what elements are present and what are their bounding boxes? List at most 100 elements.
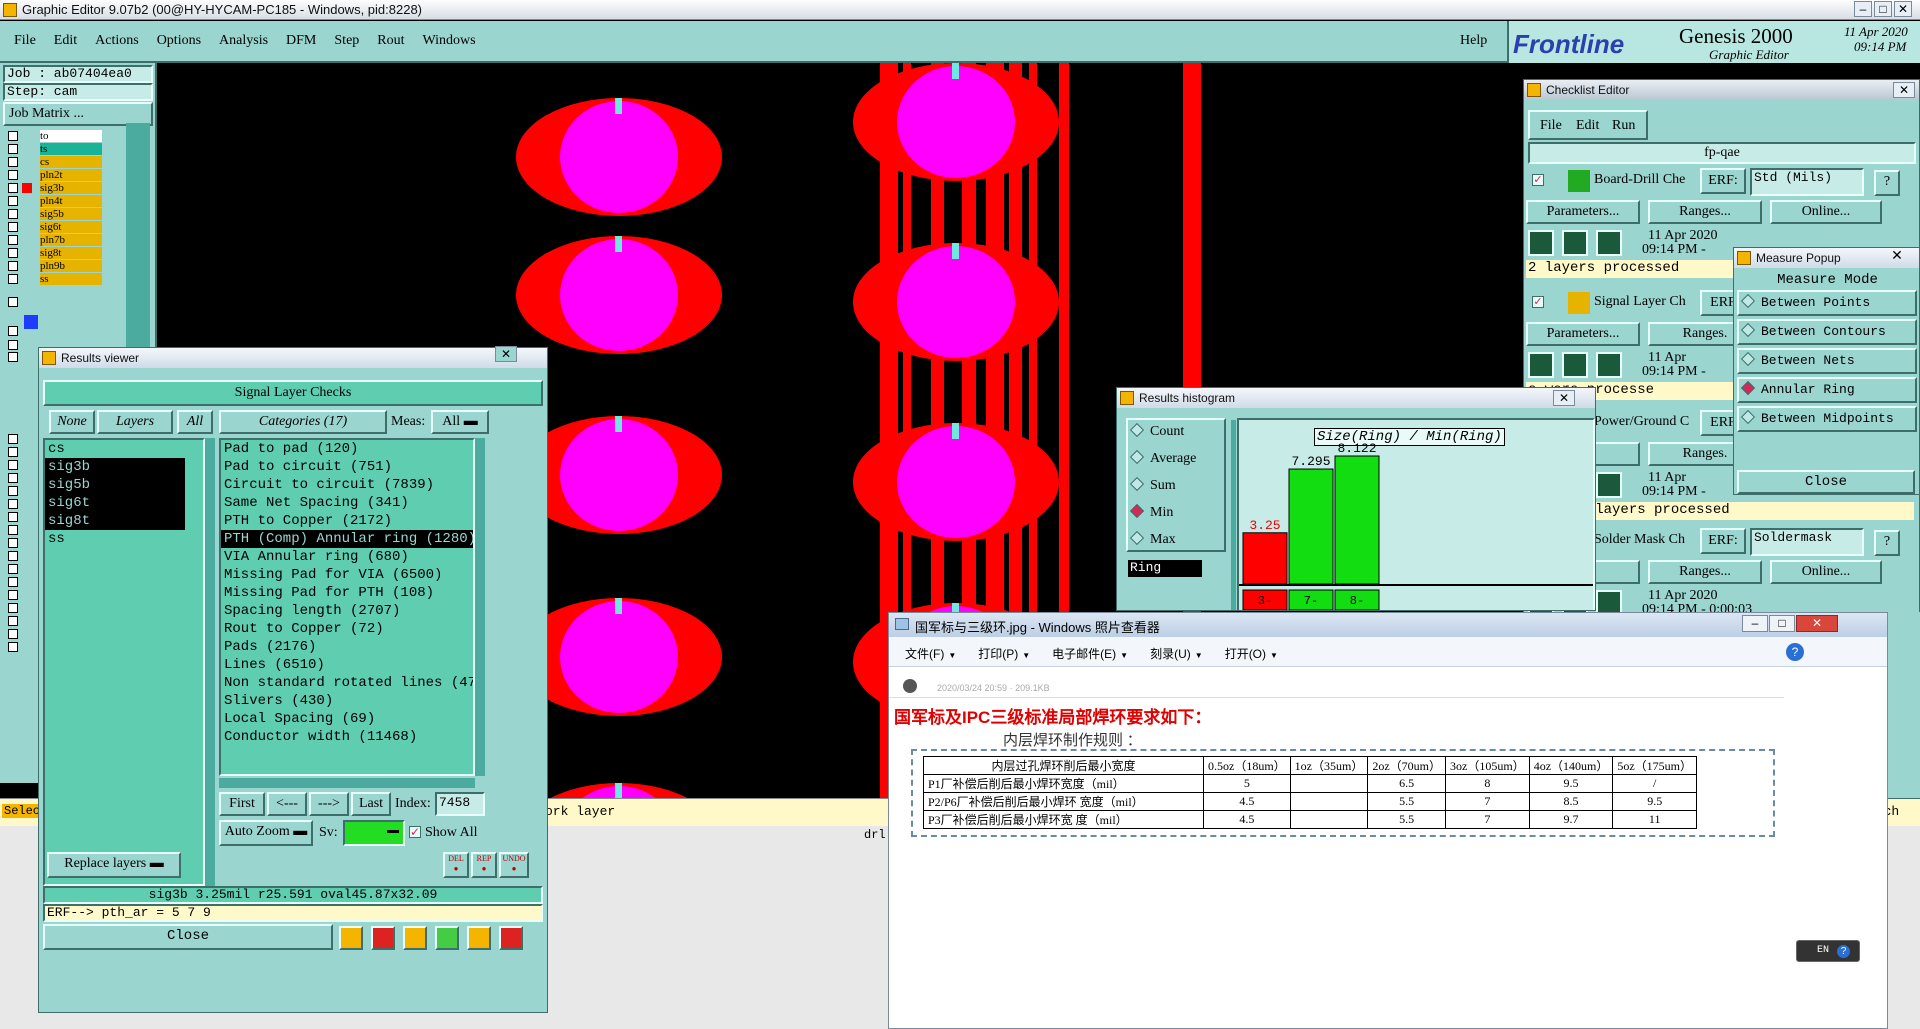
photo-menu-item[interactable]: 打开(O) ▼ [1225,647,1278,661]
category-item[interactable]: Slivers (430) [221,692,473,710]
filter-none-button[interactable]: None [49,410,95,434]
layer-checkbox[interactable] [8,642,18,652]
histogram-bar[interactable] [1334,455,1380,585]
layer-checkbox[interactable] [8,326,18,336]
run-icon[interactable] [1528,352,1554,378]
measure-close-icon[interactable]: ✕ [1886,247,1908,263]
category-item[interactable]: Rout to Copper (72) [221,620,473,638]
delete-icon[interactable] [371,926,395,950]
layer-checkbox[interactable] [8,629,18,639]
category-hscroll[interactable] [219,778,475,788]
rv-layer-scrollbar[interactable] [205,438,215,886]
minimize-button[interactable]: – [1854,1,1872,17]
layer-checkbox[interactable] [8,434,18,444]
menu-file[interactable]: File [14,33,36,48]
layer-ts[interactable]: ts [40,143,102,155]
menu-analysis[interactable]: Analysis [219,33,268,48]
help-icon[interactable]: ? [1786,643,1804,661]
category-item[interactable]: Spacing length (2707) [221,602,473,620]
erf-value-field[interactable]: Std (Mils) [1750,168,1864,196]
run-icon[interactable] [1562,230,1588,256]
layer-checkbox[interactable] [8,538,18,548]
layer-checkbox[interactable] [8,248,18,258]
measure-mode-between-midpoints[interactable]: Between Midpoints [1737,406,1917,432]
layer-checkbox[interactable] [8,590,18,600]
photo-menu-item[interactable]: 刻录(U) ▼ [1150,647,1203,661]
checklist-close-icon[interactable]: ✕ [1893,82,1915,98]
rv-layer-item[interactable]: cs [45,440,185,458]
checklist-menu-file[interactable]: File [1540,118,1562,134]
category-item[interactable]: PTH (Comp) Annular ring (1280) [221,530,473,548]
category-item[interactable]: Pads (2176) [221,638,473,656]
menu-actions[interactable]: Actions [95,33,139,48]
category-item[interactable]: Pad to circuit (751) [221,458,473,476]
layer-to[interactable]: to [40,130,102,142]
check-enabled-checkbox[interactable]: ✓ [1532,174,1544,186]
ime-help-icon[interactable]: ? [1837,945,1850,958]
erf-value-field[interactable]: Soldermask [1750,528,1864,556]
maximize-button[interactable]: □ [1874,1,1892,17]
ranges-button[interactable]: Ranges... [1648,560,1762,584]
menu-options[interactable]: Options [157,33,201,48]
check-help-button[interactable]: ? [1874,530,1900,556]
show-all-checkbox[interactable]: ✓ [409,826,421,838]
layer-checkbox[interactable] [8,460,18,470]
layer-checkbox[interactable] [8,170,18,180]
category-item[interactable]: Missing Pad for VIA (6500) [221,566,473,584]
layer-checkbox[interactable] [8,209,18,219]
category-item[interactable]: Conductor width (11468) [221,728,473,746]
replace-layers-select[interactable]: Replace layers ▬ [47,852,181,878]
rv-layer-item[interactable]: sig5b [45,476,185,494]
layer-checkbox[interactable] [8,473,18,483]
results-viewer-close-icon[interactable]: ✕ [495,346,517,362]
histogram-close-icon[interactable]: ✕ [1553,390,1575,406]
category-item[interactable]: Circuit to circuit (7839) [221,476,473,494]
category-item[interactable]: Lines (6510) [221,656,473,674]
layer-checkbox[interactable] [8,144,18,154]
meas-select[interactable]: All ▬ [431,410,489,434]
histogram-bar[interactable] [1242,532,1288,585]
report-icon[interactable] [435,926,459,950]
layer-checkbox[interactable] [8,222,18,232]
measure-mode-between-points[interactable]: Between Points [1737,290,1917,316]
checklist-menu-run[interactable]: Run [1612,118,1635,134]
layer-checkbox[interactable] [8,577,18,587]
category-item[interactable]: Pad to pad (120) [221,440,473,458]
list-icon[interactable] [467,926,491,950]
layer-sig5b[interactable]: sig5b [40,208,102,220]
hist-option-count[interactable]: Count [1129,422,1184,440]
layer-pln4t[interactable]: pln4t [40,195,102,207]
histogram-icon[interactable] [499,926,523,950]
check-enabled-checkbox[interactable]: ✓ [1532,296,1544,308]
last-button[interactable]: Last [351,792,391,816]
parameters-button[interactable]: Parameters... [1526,322,1640,346]
layer-checkbox[interactable] [8,616,18,626]
check-name[interactable]: Solder Mask Ch [1594,532,1685,548]
check-name[interactable]: Power/Ground C [1594,414,1689,430]
rep-button[interactable]: REP ● [471,852,497,878]
index-input[interactable]: 7458 [435,792,485,816]
hist-option-average[interactable]: Average [1129,449,1196,467]
undo-button[interactable]: UNDO ● [499,852,529,878]
sv-color-select[interactable] [343,820,405,846]
layer-checkbox[interactable] [8,486,18,496]
hist-option-max[interactable]: Max [1129,530,1176,548]
layer-checkbox[interactable] [8,261,18,271]
results-close-button[interactable]: Close [43,924,333,950]
ime-bar[interactable]: EN ? [1796,940,1860,962]
check-name[interactable]: Signal Layer Ch [1594,294,1686,310]
category-item[interactable]: VIA Annular ring (680) [221,548,473,566]
close-button[interactable]: ✕ [1894,1,1912,17]
histogram-bar[interactable] [1288,468,1334,585]
run-icon[interactable] [1596,472,1622,498]
menu-rout[interactable]: Rout [377,33,404,48]
category-item[interactable]: Local Spacing (69) [221,710,473,728]
del-button[interactable]: DEL ● [443,852,469,878]
next-button[interactable]: ---> [309,792,349,816]
help-menu[interactable]: Help [1460,33,1487,49]
filter-layers-button[interactable]: Layers [97,410,173,434]
layer-sig6t[interactable]: sig6t [40,221,102,233]
layer-checkbox[interactable] [8,274,18,284]
photo-menu-item[interactable]: 文件(F) ▼ [905,647,956,661]
histogram-field[interactable]: Ring [1128,560,1202,577]
